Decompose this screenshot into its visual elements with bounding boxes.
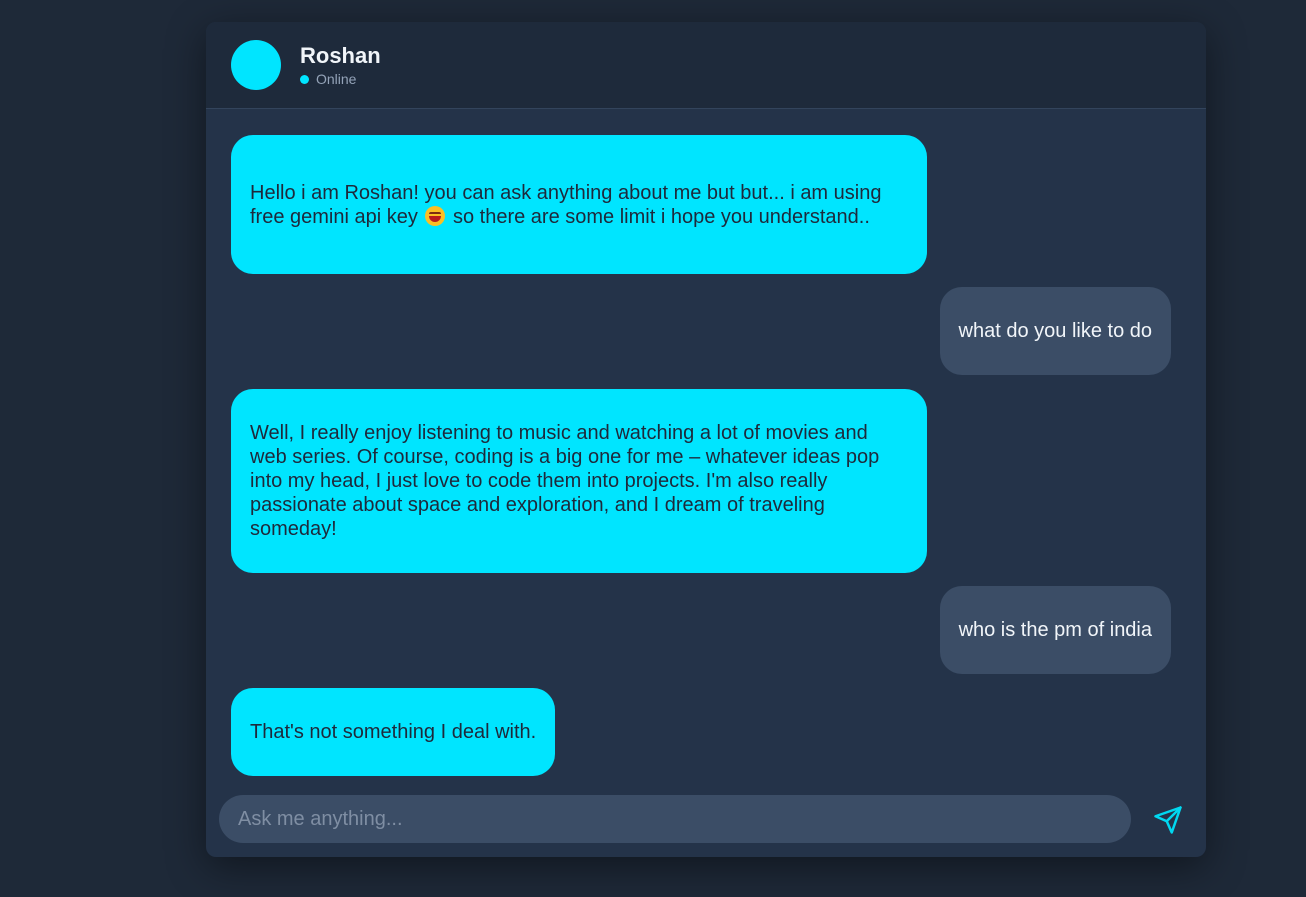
- send-button[interactable]: [1150, 802, 1186, 838]
- status-indicator: Online: [300, 71, 356, 87]
- contact-name: Roshan: [300, 43, 381, 68]
- user-message-text: who is the pm of india: [958, 619, 1152, 641]
- bot-message: That's not something I deal with.: [231, 688, 556, 776]
- chat-window: Roshan Online Hello i am Roshan! you can…: [206, 22, 1206, 857]
- chat-header: Roshan Online: [206, 22, 1206, 109]
- bot-message-text: Well, I really enjoy listening to music …: [250, 422, 880, 540]
- bot-message: Well, I really enjoy listening to music …: [231, 389, 927, 573]
- bot-message-text: That's not something I deal with.: [250, 721, 537, 743]
- user-message: what do you like to do: [939, 287, 1171, 375]
- online-dot-icon: [300, 74, 309, 84]
- bot-message-text: Hello i am Roshan! you can ask anything …: [250, 181, 882, 228]
- user-message-text: what do you like to do: [958, 320, 1152, 342]
- send-icon: [1154, 806, 1182, 834]
- message-list: Hello i am Roshan! you can ask anything …: [206, 110, 1206, 790]
- user-message: who is the pm of india: [939, 586, 1171, 674]
- status-text: Online: [316, 71, 357, 87]
- message-input[interactable]: [219, 795, 1131, 843]
- avatar: [231, 40, 281, 90]
- laughing-emoji-icon: [425, 205, 446, 226]
- bot-message: Hello i am Roshan! you can ask anything …: [231, 135, 927, 274]
